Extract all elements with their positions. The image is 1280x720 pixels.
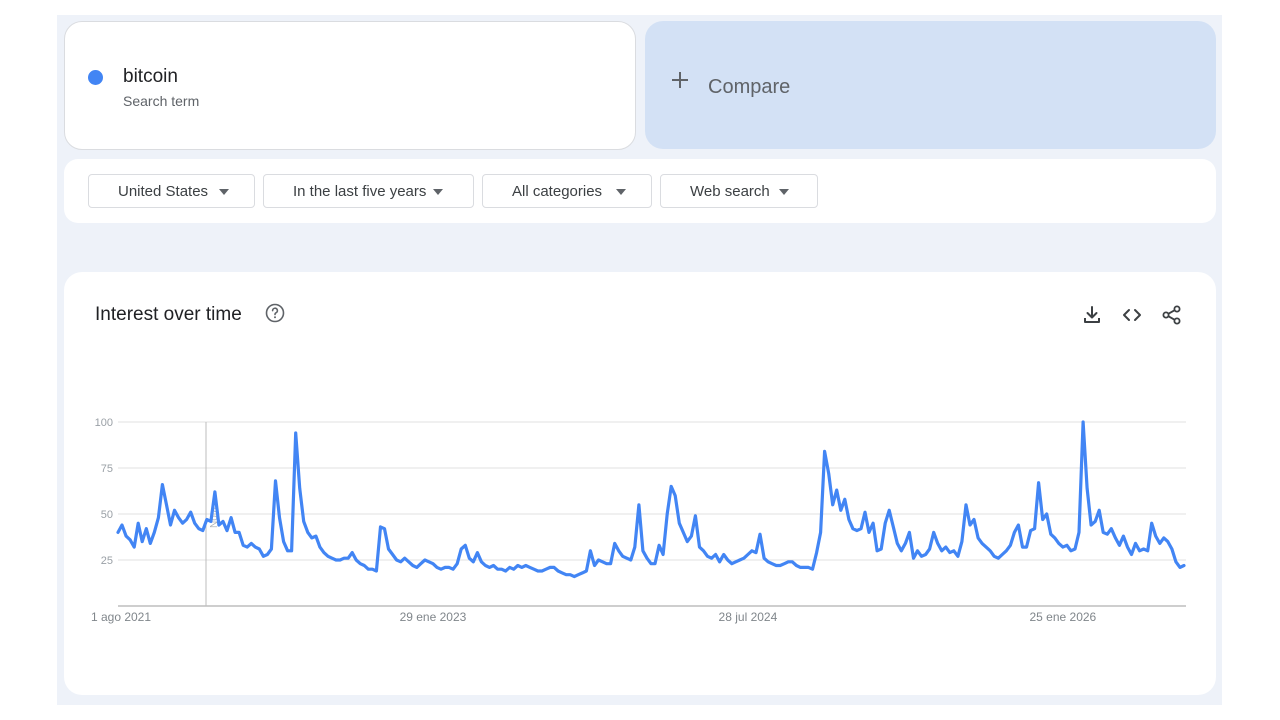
y-tick-label: 100 (95, 417, 113, 429)
x-tick-label: 1 ago 2021 (91, 610, 151, 624)
series-line-bitcoin[interactable] (116, 420, 1186, 579)
y-tick-label: 50 (101, 509, 113, 521)
y-tick-label: 75 (101, 463, 113, 475)
interest-over-time-chart: 255075100Nota1 ago 2021 29 ene 2023 28 jul… (91, 417, 1186, 624)
x-tick-label: 29 ene 2023 (400, 610, 467, 624)
x-tick-label: 25 ene 2026 (1029, 610, 1096, 624)
y-tick-label: 25 (101, 555, 113, 567)
x-tick-label: 28 jul 2024 (719, 610, 778, 624)
